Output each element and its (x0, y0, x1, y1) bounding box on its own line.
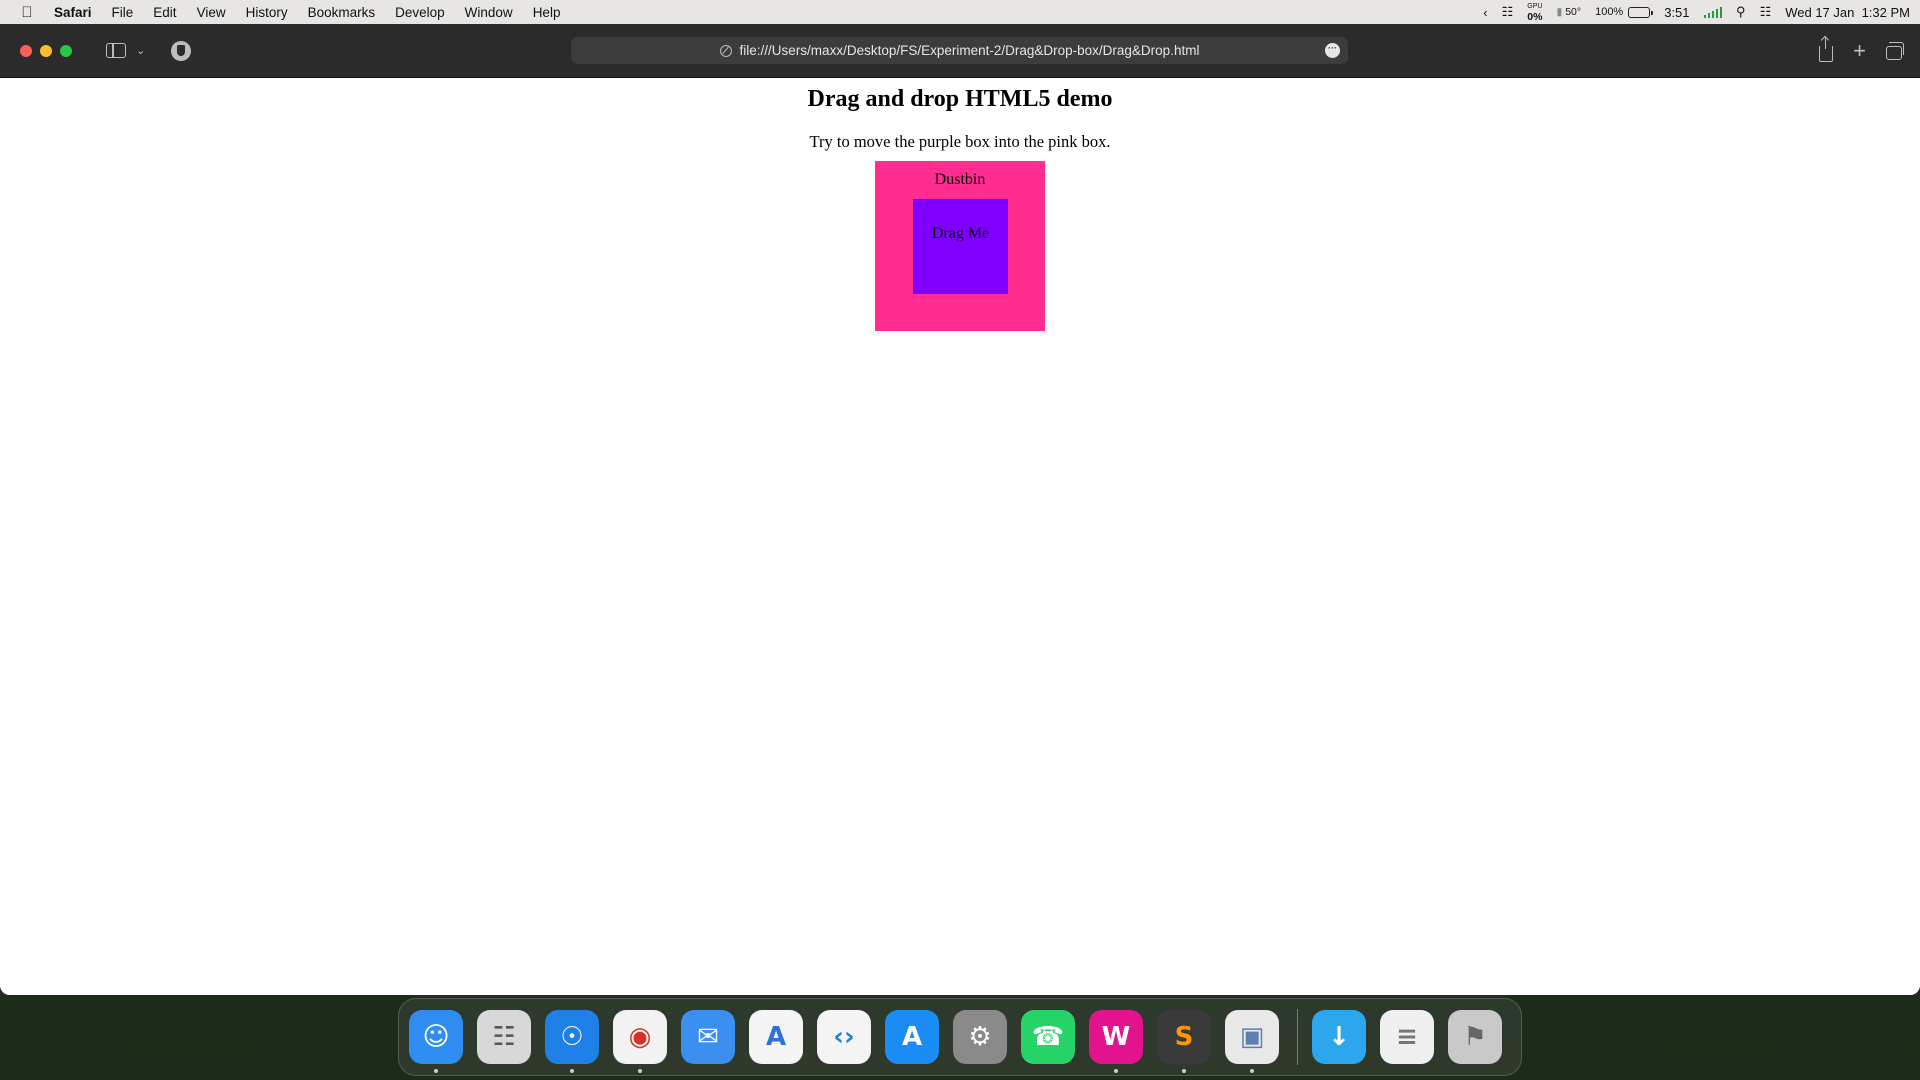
chrome-icon[interactable]: ◉ (613, 1010, 667, 1073)
drag-me-box[interactable]: Drag Me (913, 199, 1008, 294)
safari-window: ⌄ file:///Users/maxx/Desktop/FS/Experime… (0, 24, 1920, 995)
system-settings-icon[interactable]: ⚙ (953, 1010, 1007, 1064)
mail-icon[interactable]: ✉ (681, 1010, 735, 1064)
apple-menu-icon[interactable]:  (10, 4, 44, 21)
zoom-window-button[interactable] (60, 44, 72, 57)
privacy-shield-icon[interactable] (171, 40, 192, 61)
preview-icon[interactable]: ▣ (1225, 1010, 1279, 1073)
tab-overview-icon[interactable] (1886, 41, 1904, 60)
menu-develop[interactable]: Develop (385, 5, 455, 20)
browser-toolbar: ⌄ file:///Users/maxx/Desktop/FS/Experime… (0, 24, 1920, 78)
menu-bookmarks[interactable]: Bookmarks (298, 5, 386, 20)
menu-edit[interactable]: Edit (143, 5, 186, 20)
menu-help[interactable]: Help (523, 5, 571, 20)
chevron-down-icon[interactable]: ⌄ (136, 44, 145, 57)
thermometer-icon: ▮ (1556, 6, 1563, 18)
menu-window[interactable]: Window (455, 5, 523, 20)
battery-percent: 100% (1595, 6, 1624, 18)
menu-app-safari[interactable]: Safari (44, 5, 102, 20)
minimize-window-button[interactable] (40, 44, 52, 57)
menu-bar:  Safari File Edit View History Bookmark… (0, 0, 1920, 24)
temperature-readout[interactable]: ▮ 50° (1556, 6, 1581, 18)
wps-office-icon[interactable]: W (1089, 1010, 1143, 1073)
drag-me-label: Drag Me (931, 225, 990, 242)
whatsapp-icon[interactable]: ☎ (1021, 1010, 1075, 1064)
downloads-folder-icon[interactable]: ↓ (1312, 1010, 1366, 1064)
status-area: ‹ ☷ GPU 0% ▮ 50° 100% 3:51 ⚲ ☷ Wed 17 Ja… (1483, 2, 1910, 22)
finder-icon[interactable]: ☺ (409, 1010, 463, 1073)
app-store-icon[interactable]: A (885, 1010, 939, 1064)
sidebar-toggle-icon[interactable] (106, 43, 126, 58)
share-icon[interactable] (1819, 36, 1834, 62)
page-heading: Drag and drop HTML5 demo (807, 86, 1113, 112)
dock: ☺ ☷ ☉ ◉ ✉ A ‹› A ⚙ ☎ W S ▣ ↓ ≡ ⚑ (398, 998, 1522, 1076)
battery-icon (1628, 6, 1654, 18)
address-bar[interactable]: file:///Users/maxx/Desktop/FS/Experiment… (571, 37, 1348, 64)
control-center-icon[interactable]: ☷ (1760, 4, 1772, 20)
trash-icon[interactable]: ⚑ (1448, 1010, 1502, 1064)
launchpad-icon[interactable]: ☷ (477, 1010, 531, 1064)
web-page: Drag and drop HTML5 demo Try to move the… (0, 78, 1920, 995)
gpu-meter[interactable]: GPU 0% (1527, 2, 1542, 22)
page-instruction: Try to move the purple box into the pink… (809, 132, 1111, 151)
menubar-clock[interactable]: Wed 17 Jan 1:32 PM (1785, 5, 1910, 20)
chevron-left-icon[interactable]: ‹ (1483, 5, 1487, 20)
spotlight-search-icon[interactable]: ⚲ (1736, 4, 1746, 20)
recent-document-icon[interactable]: ≡ (1380, 1010, 1434, 1064)
toolbar-actions: + (1819, 24, 1904, 78)
menu-history[interactable]: History (236, 5, 298, 20)
battery-status[interactable]: 100% (1595, 6, 1654, 18)
sublime-text-icon[interactable]: S (1157, 1010, 1211, 1073)
bartender-icon[interactable]: ☷ (1502, 4, 1514, 20)
dustbin-label: Dustbin (934, 171, 986, 188)
dock-separator (1297, 1009, 1298, 1065)
new-tab-icon[interactable]: + (1853, 40, 1866, 62)
url-text[interactable]: file:///Users/maxx/Desktop/FS/Experiment… (740, 43, 1200, 58)
gpu-value: 0% (1527, 11, 1543, 23)
battery-time-left[interactable]: 3:51 (1664, 5, 1689, 20)
page-compass-icon (719, 44, 732, 57)
instruments-icon[interactable]: A (749, 1010, 803, 1064)
close-window-button[interactable] (20, 44, 32, 57)
dustbin-drop-zone[interactable]: Dustbin Drag Me (875, 161, 1045, 331)
window-controls (20, 44, 72, 57)
menu-view[interactable]: View (187, 5, 236, 20)
safari-icon[interactable]: ☉ (545, 1010, 599, 1073)
menu-file[interactable]: File (102, 5, 144, 20)
vscode-icon[interactable]: ‹› (817, 1010, 871, 1064)
signal-icon[interactable] (1703, 6, 1723, 18)
page-menu-icon[interactable]: ··· (1325, 43, 1340, 58)
temperature-value: 50° (1565, 6, 1582, 18)
